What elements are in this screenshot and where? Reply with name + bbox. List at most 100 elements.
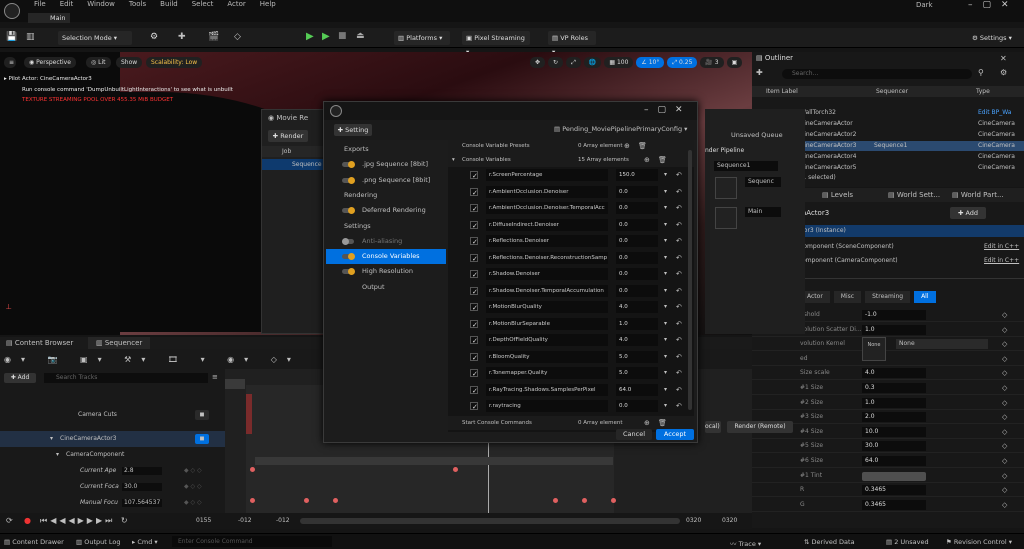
sequencer-track[interactable]: Camera Cuts ◼	[0, 401, 225, 429]
track-options-icon[interactable]: ◆ ◇ ◇	[184, 463, 202, 479]
filter-icon[interactable]: ≡	[212, 373, 218, 381]
cvar-enabled-checkbox[interactable]	[470, 201, 478, 218]
property-value-input[interactable]: 4.0	[862, 368, 926, 379]
cvar-value-field[interactable]: 0.0	[616, 185, 658, 198]
unsaved-queue[interactable]: Unsaved Queue	[731, 131, 783, 139]
menu-item[interactable]: File	[34, 0, 46, 8]
keyframe[interactable]	[333, 498, 338, 503]
property-value-input[interactable]: 10.0	[862, 426, 926, 437]
reset-icon[interactable]: ↶	[676, 266, 682, 283]
stop-icon[interactable]: ■	[338, 31, 347, 41]
reset-diamond-icon[interactable]: ◇	[1002, 381, 1007, 395]
sequencer-tab[interactable]: ▥ Sequencer	[88, 337, 151, 349]
camera-icon[interactable]: ◼	[195, 434, 209, 444]
reset-icon[interactable]: ↶	[676, 299, 682, 316]
reset-diamond-icon[interactable]: ◇	[1002, 308, 1007, 322]
reset-diamond-icon[interactable]: ◇	[1002, 483, 1007, 497]
add-cvar-icon[interactable]: ⊕	[644, 153, 650, 167]
sequence-dropdown[interactable]: Sequenc	[745, 177, 781, 187]
cvar-name-field[interactable]: r.MotionBlurQuality	[486, 301, 608, 313]
levels-tab[interactable]: ▤ Levels	[822, 191, 853, 199]
sequencer-toolbar[interactable]: ◉▾ 📷 ▣▾ ⚒▾ 🎞 ▾ ◉▾ ◇▾	[4, 355, 301, 364]
eject-icon[interactable]: ⏏	[356, 31, 365, 41]
cvar-name-field[interactable]: r.DiffuseIndirect.Denoiser	[486, 218, 608, 231]
row-options-icon[interactable]: ▾	[664, 382, 667, 399]
cvar-value-field[interactable]: 0.0	[616, 284, 658, 297]
current-frame[interactable]: 0155	[196, 517, 211, 524]
sequencer-track[interactable]: Current Foca 30.0 ◆ ◇ ◇	[0, 479, 225, 495]
cvar-name-field[interactable]: r.AmbientOcclusion.Denoiser.TemporalAcc	[486, 202, 608, 214]
reset-icon[interactable]: ↶	[676, 167, 682, 184]
keyframe[interactable]	[304, 498, 309, 503]
track-options-icon[interactable]: ◆ ◇ ◇	[184, 479, 202, 495]
add-preset-icon[interactable]: ⊕	[624, 140, 630, 153]
loop-icon[interactable]: ⟳	[6, 516, 13, 525]
cvar-value-field[interactable]: 0.0	[616, 400, 658, 412]
range-start[interactable]: -012	[238, 517, 252, 524]
row-options-icon[interactable]: ▾	[664, 167, 667, 184]
menu-item[interactable]: Build	[160, 0, 178, 8]
unsaved-button[interactable]: ▤ 2 Unsaved	[886, 538, 929, 546]
cvar-value-field[interactable]: 64.0	[616, 383, 658, 396]
property-value-input[interactable]: 1.0	[862, 397, 926, 408]
filter-icon[interactable]: ⚲	[978, 68, 984, 77]
toggle-icon[interactable]	[342, 237, 354, 245]
property-value-input[interactable]: 64.0	[862, 456, 926, 466]
cvar-name-field[interactable]: r.Shadow.Denoiser.TemporalAccumulation	[486, 284, 608, 297]
row-options-icon[interactable]: ▾	[664, 200, 667, 217]
cvar-value-field[interactable]: 4.0	[616, 301, 658, 313]
menu-item[interactable]: Tools	[129, 0, 146, 8]
reset-icon[interactable]: ↶	[676, 332, 682, 349]
keyframe[interactable]	[553, 498, 558, 503]
sidebar-item--png-sequence-8bit-[interactable]: .png Sequence [8bit]	[326, 173, 446, 188]
content-browser-tab[interactable]: ▤ Content Browser	[6, 339, 73, 347]
property-value-input[interactable]: 0.3465	[862, 499, 926, 510]
world-settings-tab[interactable]: ▤ World Sett...	[888, 191, 940, 199]
sequencer-column-header[interactable]: Sequencer	[876, 86, 908, 97]
cvar-value-field[interactable]: 0.0	[616, 235, 658, 247]
viewport-menu-icon[interactable]: ≡	[4, 57, 16, 68]
filter-tab-misc[interactable]: Misc	[833, 291, 862, 303]
add-filter-icon[interactable]: ✚	[756, 68, 766, 78]
reset-icon[interactable]: ↶	[676, 250, 682, 267]
render-local-button[interactable]: ocal)	[705, 421, 721, 433]
reset-icon[interactable]: ↶	[676, 233, 682, 250]
sidebar-item--jpg-sequence-8bit-[interactable]: .jpg Sequence [8bit]	[326, 157, 446, 172]
vp-roles-button[interactable]: ▤ VP Roles ▾	[548, 31, 596, 56]
sequencer-track[interactable]: CameraComponent ▾	[0, 447, 225, 463]
sequencer-track[interactable]: Manual Focu 107.564537 ◆ ◇ ◇	[0, 495, 225, 511]
cvar-enabled-checkbox[interactable]	[470, 300, 478, 317]
angle-snap-button[interactable]: ∠ 10°	[636, 57, 665, 68]
keyframe[interactable]	[453, 467, 458, 472]
row-options-icon[interactable]: ▾	[664, 266, 667, 283]
property-value-input[interactable]: -1.0	[862, 310, 926, 320]
cvar-name-field[interactable]: r.DepthOfFieldQuality	[486, 334, 608, 346]
row-options-icon[interactable]: ▾	[664, 250, 667, 267]
cvar-value-field[interactable]: 0.0	[616, 268, 658, 280]
delete-preset-icon[interactable]: 🗑	[638, 140, 647, 153]
filter-tab-streaming[interactable]: Streaming	[865, 291, 911, 303]
reset-icon[interactable]: ↶	[676, 365, 682, 382]
menu-item[interactable]: Select	[192, 0, 214, 8]
cvar-enabled-checkbox[interactable]	[470, 284, 478, 300]
cvar-name-field[interactable]: r.ScreenPercentage	[486, 169, 608, 181]
keyframe[interactable]	[582, 498, 587, 503]
add-setting-button[interactable]: ✚ Setting	[334, 124, 372, 136]
blueprint-menu-icon[interactable]: ◇	[234, 32, 241, 42]
toggle-icon[interactable]	[342, 161, 355, 169]
delete-cvar-icon[interactable]: 🗑	[658, 153, 667, 167]
sequencer-track[interactable]: CineCameraActor3 ▾ ◼	[0, 431, 225, 447]
cvar-name-field[interactable]: r.Tonemapper.Quality	[486, 367, 608, 379]
play-step-icon[interactable]: ▶	[322, 31, 330, 42]
sidebar-item-output[interactable]: Output	[326, 280, 446, 295]
add-component-button[interactable]: ✚ Add	[950, 207, 986, 219]
row-options-icon[interactable]: ▾	[664, 283, 667, 300]
sequencer-track[interactable]: Current Ape 2.8 ◆ ◇ ◇	[0, 463, 225, 479]
tint-swatch[interactable]	[862, 471, 926, 481]
sidebar-item-high-resolution[interactable]: High Resolution	[326, 264, 446, 279]
property-value-input[interactable]: 1.0	[862, 324, 926, 335]
reset-icon[interactable]: ↶	[676, 398, 682, 415]
reset-diamond-icon[interactable]: ◇	[1002, 352, 1007, 366]
row-options-icon[interactable]: ▾	[664, 217, 667, 234]
reset-icon[interactable]: ↶	[676, 382, 682, 399]
